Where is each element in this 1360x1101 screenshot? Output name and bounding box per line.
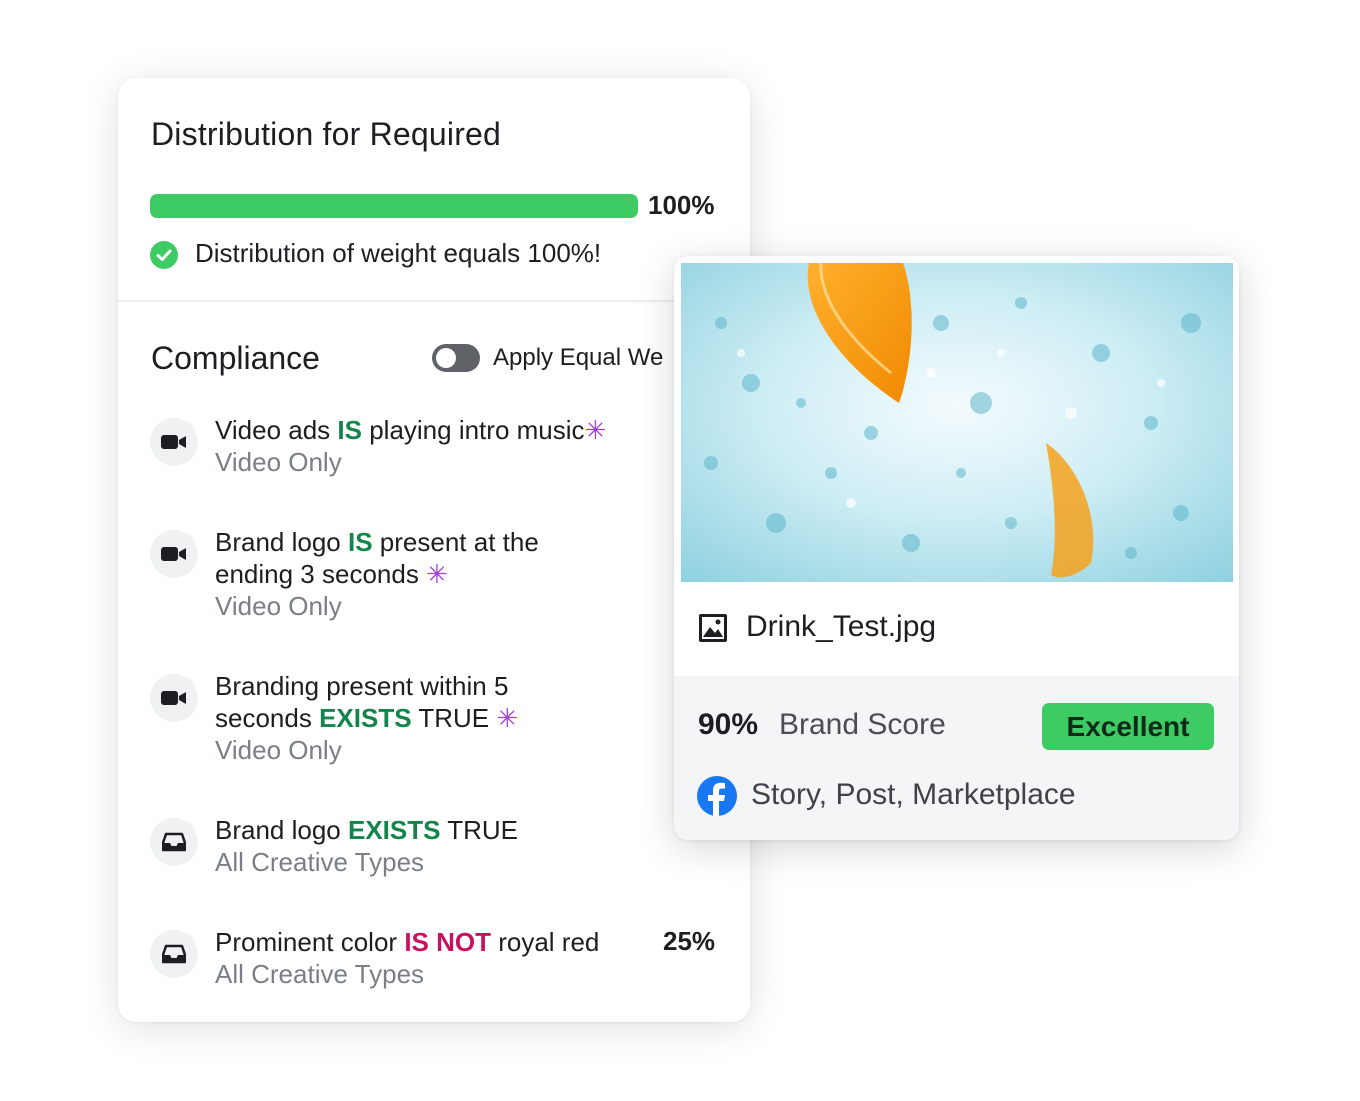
distribution-card: Distribution for Required 100% Distribut…	[118, 78, 750, 1022]
asset-file-name: Drink_Test.jpg	[746, 610, 937, 643]
rule-subtitle: Video Only	[215, 735, 342, 765]
inbox-tray-icon	[150, 930, 198, 978]
rule-line: Branding present within 5	[215, 671, 509, 701]
rule-line: Brand logo EXISTS TRUE	[215, 815, 518, 845]
rule-line: ending 3 seconds ✳	[215, 559, 448, 589]
ai-sparkle-icon: ✳	[496, 703, 519, 733]
platform-list: Story, Post, Marketplace	[751, 778, 1076, 811]
rule-text: Branding present within 5 seconds EXISTS…	[215, 670, 645, 766]
asset-preview-card[interactable]: Drink_Test.jpg 90% Brand Score Excellent…	[674, 256, 1239, 840]
distribution-progress-bar	[150, 194, 638, 218]
rule-line: Video ads IS playing intro music✳	[215, 415, 607, 445]
ai-sparkle-icon: ✳	[584, 415, 607, 445]
brand-score-value: 90%	[698, 708, 759, 741]
rule-weight: 25%	[663, 926, 716, 956]
video-camera-icon	[150, 530, 198, 578]
rule-subtitle: Video Only	[215, 591, 342, 621]
ai-sparkle-icon: ✳	[426, 559, 448, 589]
distribution-status-text: Distribution of weight equals 100%!	[195, 238, 602, 268]
rule-line: Prominent color IS NOT royal red	[215, 927, 600, 957]
image-icon	[699, 614, 727, 642]
apply-equal-weight-toggle[interactable]	[432, 344, 480, 372]
apply-equal-weight-label: Apply Equal We	[493, 344, 664, 371]
divider	[118, 300, 750, 302]
rule-subtitle: All Creative Types	[215, 959, 425, 989]
score-panel	[674, 676, 1239, 840]
facebook-icon	[697, 776, 737, 816]
inbox-tray-icon	[150, 818, 198, 866]
brand-score-badge: Excellent	[1042, 703, 1214, 750]
rule-text: Brand logo EXISTS TRUE All Creative Type…	[215, 814, 645, 878]
distribution-title: Distribution for Required	[151, 116, 502, 152]
video-camera-icon	[150, 674, 198, 722]
asset-thumbnail[interactable]	[681, 263, 1233, 582]
rule-line: Brand logo IS present at the	[215, 527, 539, 557]
distribution-progress-label: 100%	[648, 190, 715, 220]
rule-subtitle: Video Only	[215, 447, 342, 477]
rule-text: Video ads IS playing intro music✳ Video …	[215, 414, 645, 478]
rule-subtitle: All Creative Types	[215, 847, 425, 877]
check-circle-icon	[150, 241, 178, 269]
rule-text: Brand logo IS present at the ending 3 se…	[215, 526, 645, 622]
rule-text: Prominent color IS NOT royal red All Cre…	[215, 926, 645, 990]
distribution-progress-fill	[150, 194, 638, 218]
video-camera-icon	[150, 418, 198, 466]
toggle-knob	[436, 348, 456, 368]
rule-line: seconds EXISTS TRUE ✳	[215, 703, 519, 733]
compliance-title: Compliance	[151, 340, 320, 376]
brand-score-label: Brand Score	[779, 708, 946, 741]
